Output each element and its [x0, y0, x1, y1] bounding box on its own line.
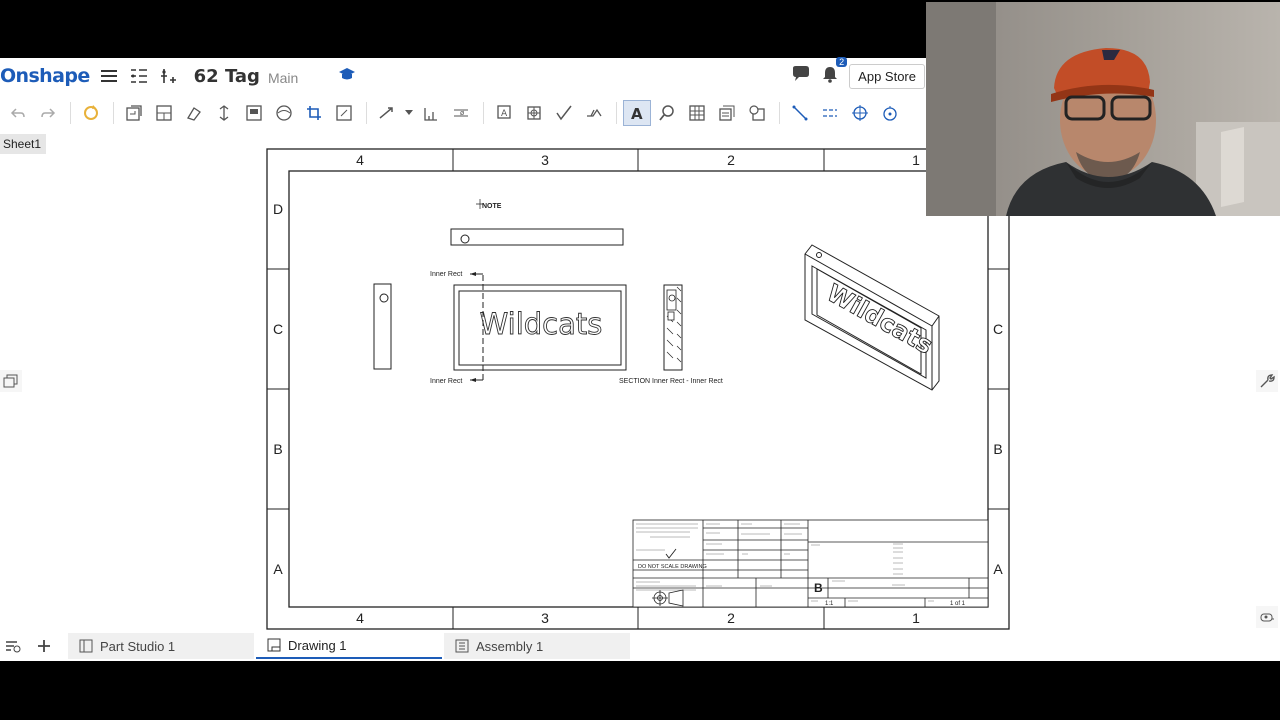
zone-col-top-2: 2: [727, 152, 735, 168]
zone-row-left-a: A: [273, 561, 283, 577]
assembly-icon: [454, 638, 470, 654]
zone-col-bottom-4: 4: [356, 610, 364, 626]
zone-row-right-a: A: [993, 561, 1003, 577]
webcam-person-image: [926, 2, 1280, 216]
left-side-view: [373, 283, 392, 370]
tape-measure-icon[interactable]: [1256, 606, 1278, 628]
zone-col-bottom-1: 1: [912, 610, 920, 626]
wrench-icon[interactable]: [1256, 370, 1278, 392]
drawing-icon: [266, 637, 282, 653]
note-text: NOTE: [482, 203, 502, 210]
part-studio-icon: [78, 638, 94, 654]
tab-label: Assembly 1: [476, 638, 544, 654]
title-block-scale: 1:1: [825, 601, 834, 607]
tab-manager-icon[interactable]: [2, 639, 24, 653]
tab-part-studio-1[interactable]: Part Studio 1: [68, 633, 254, 659]
front-view: Wildcats Inner Rect Inner Rect: [430, 271, 627, 385]
section-label-bottom: Inner Rect: [430, 378, 462, 385]
do-not-scale-label: DO NOT SCALE DRAWING: [638, 564, 707, 570]
zone-col-top-4: 4: [356, 152, 364, 168]
top-view: [450, 228, 624, 246]
zone-row-left-b: B: [273, 441, 282, 457]
zone-row-left-c: C: [273, 321, 283, 337]
zone-row-right-b: B: [993, 441, 1002, 457]
zone-col-bottom-2: 2: [727, 610, 735, 626]
tab-label: Drawing 1: [288, 637, 347, 653]
zone-col-top-3: 3: [541, 152, 549, 168]
title-block-size: B: [814, 581, 823, 595]
tab-drawing-1[interactable]: Drawing 1: [256, 633, 442, 659]
zone-col-top-1: 1: [912, 152, 920, 168]
views-panel-icon[interactable]: [0, 370, 22, 392]
zone-col-bottom-3: 3: [541, 610, 549, 626]
zone-row-right-c: C: [993, 321, 1003, 337]
webcam-overlay: [926, 2, 1280, 216]
tab-assembly-1[interactable]: Assembly 1: [444, 633, 630, 659]
section-caption: SECTION Inner Rect - Inner Rect: [619, 378, 723, 385]
title-block-sheet: 1 of 1: [950, 601, 966, 607]
section-label-top: Inner Rect: [430, 271, 462, 278]
tab-label: Part Studio 1: [100, 638, 176, 654]
zone-row-left-d: D: [273, 201, 283, 217]
front-view-part-text: Wildcats: [480, 307, 603, 341]
add-tab-icon[interactable]: [24, 639, 64, 653]
tab-bar: Part Studio 1 Drawing 1 Assembly 1: [0, 632, 1280, 660]
